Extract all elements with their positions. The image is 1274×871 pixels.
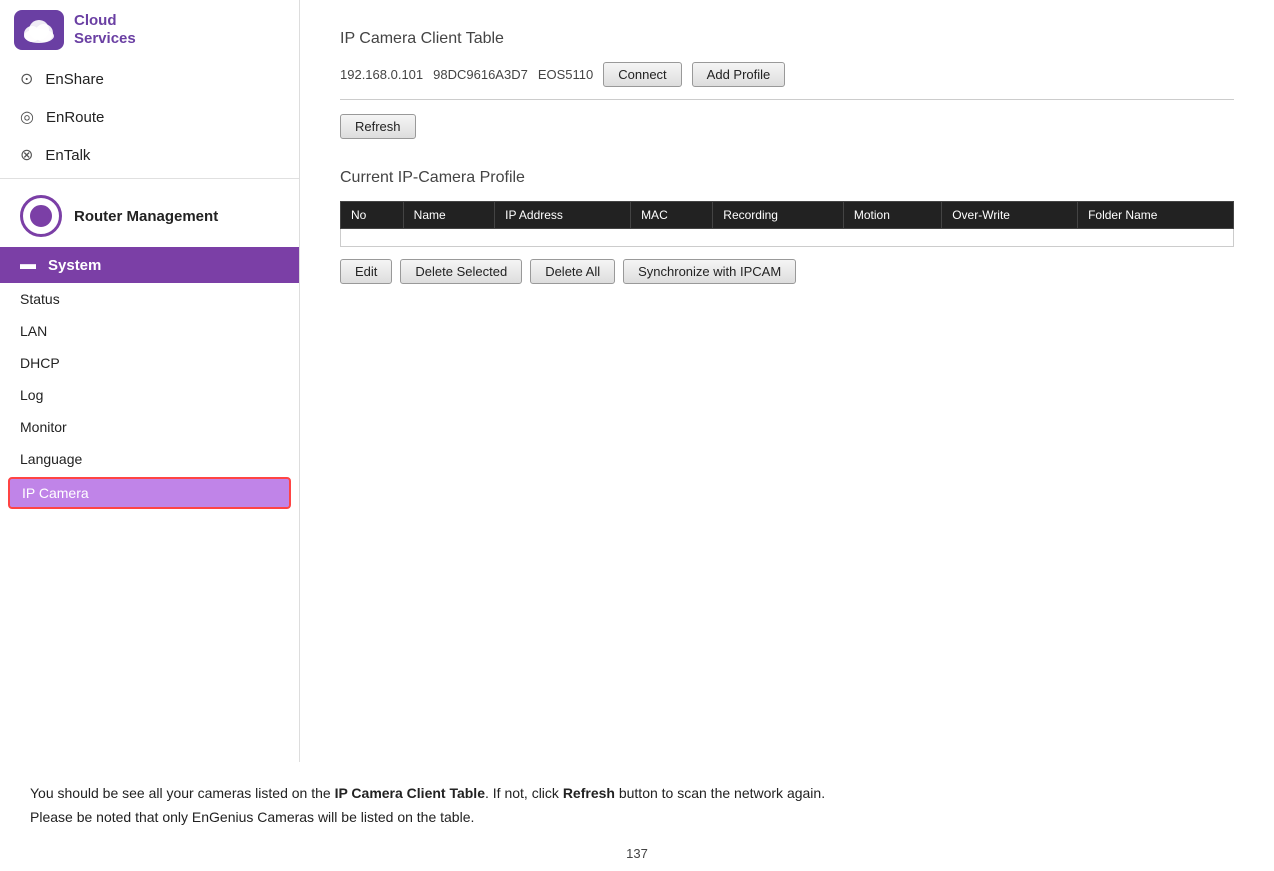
col-over-write: Over-Write [942, 202, 1078, 229]
col-recording: Recording [713, 202, 844, 229]
profile-section: Current IP-Camera Profile No Name IP Add… [340, 169, 1234, 284]
refresh-button[interactable]: Refresh [340, 114, 416, 139]
status-label: Status [20, 291, 60, 307]
edit-button[interactable]: Edit [340, 259, 392, 284]
connect-button[interactable]: Connect [603, 62, 681, 87]
sidebar-sub-item-dhcp[interactable]: DHCP [0, 347, 299, 379]
sidebar-sub-item-status[interactable]: Status [0, 283, 299, 315]
profile-table-body [341, 229, 1234, 247]
sidebar-item-enroute[interactable]: ◎ EnRoute [0, 98, 299, 136]
sidebar-header: Cloud Services [0, 0, 299, 60]
cloud-title-line1: Cloud [74, 12, 117, 29]
router-icon-inner [30, 205, 52, 227]
cloud-logo [14, 10, 64, 50]
router-management-label: Router Management [74, 208, 218, 225]
cloud-title-line2: Services [74, 30, 136, 47]
router-icon [20, 195, 62, 237]
profile-section-title: Current IP-Camera Profile [340, 169, 1234, 187]
delete-all-button[interactable]: Delete All [530, 259, 615, 284]
refresh-btn-row: Refresh [340, 114, 1234, 139]
page-number-text: 137 [626, 846, 648, 861]
cloud-logo-svg [21, 16, 57, 44]
monitor-label: Monitor [20, 419, 67, 435]
sidebar-sub-item-ipcamera[interactable]: IP Camera [8, 477, 291, 509]
bottom-line1-suffix: . If not, click [485, 785, 563, 801]
profile-table: No Name IP Address MAC Recording Motion … [340, 201, 1234, 247]
bottom-line2: Please be noted that only EnGenius Camer… [30, 806, 1244, 830]
router-management: Router Management [0, 178, 299, 247]
bottom-line1-bold2: Refresh [563, 785, 615, 801]
synchronize-button[interactable]: Synchronize with IPCAM [623, 259, 796, 284]
divider-1 [340, 99, 1234, 100]
lan-label: LAN [20, 323, 47, 339]
cloud-title-text: Cloud Services [74, 12, 136, 48]
col-ip-address: IP Address [495, 202, 631, 229]
cloud-title: Cloud Services [74, 12, 136, 48]
profile-actions: Edit Delete Selected Delete All Synchron… [340, 259, 1234, 284]
bottom-line1-suffix2: button to scan the network again. [615, 785, 825, 801]
sidebar-sub-item-language[interactable]: Language [0, 443, 299, 475]
page-wrapper: Cloud Services ⊙ EnShare ◎ EnRoute ⊗ EnT… [0, 0, 1274, 871]
enroute-icon: ◎ [20, 107, 34, 127]
profile-table-head: No Name IP Address MAC Recording Motion … [341, 202, 1234, 229]
client-model: EOS5110 [538, 67, 593, 82]
profile-table-empty-row [341, 229, 1234, 247]
col-motion: Motion [843, 202, 941, 229]
bottom-line1: You should be see all your cameras liste… [30, 782, 1244, 806]
sidebar: Cloud Services ⊙ EnShare ◎ EnRoute ⊗ EnT… [0, 0, 300, 762]
client-ip: 192.168.0.101 [340, 67, 423, 82]
main-layout: Cloud Services ⊙ EnShare ◎ EnRoute ⊗ EnT… [0, 0, 1274, 762]
content-area: IP Camera Client Table 192.168.0.101 98D… [300, 0, 1274, 762]
sidebar-sub-item-log[interactable]: Log [0, 379, 299, 411]
sidebar-sub-item-monitor[interactable]: Monitor [0, 411, 299, 443]
bottom-line1-bold: IP Camera Client Table [335, 785, 485, 801]
entalk-icon: ⊗ [20, 145, 33, 165]
entalk-label: EnTalk [45, 147, 90, 164]
client-table-row: 192.168.0.101 98DC9616A3D7 EOS5110 Conne… [340, 62, 1234, 87]
sidebar-item-system[interactable]: ▬ System [0, 247, 299, 283]
dhcp-label: DHCP [20, 355, 60, 371]
language-label: Language [20, 451, 82, 467]
enroute-label: EnRoute [46, 109, 104, 126]
sidebar-item-entalk[interactable]: ⊗ EnTalk [0, 136, 299, 174]
add-profile-button[interactable]: Add Profile [692, 62, 786, 87]
sidebar-item-enshare[interactable]: ⊙ EnShare [0, 60, 299, 98]
col-name: Name [403, 202, 494, 229]
log-label: Log [20, 387, 43, 403]
bottom-line1-prefix: You should be see all your cameras liste… [30, 785, 335, 801]
profile-empty-cell [341, 229, 1234, 247]
page-number: 137 [0, 830, 1274, 871]
client-table-title: IP Camera Client Table [340, 30, 1234, 48]
col-mac: MAC [631, 202, 713, 229]
col-folder-name: Folder Name [1078, 202, 1234, 229]
system-label: System [48, 257, 101, 274]
col-no: No [341, 202, 404, 229]
enshare-icon: ⊙ [20, 69, 33, 89]
bottom-text: You should be see all your cameras liste… [0, 762, 1274, 830]
sidebar-sub-item-lan[interactable]: LAN [0, 315, 299, 347]
profile-table-header-row: No Name IP Address MAC Recording Motion … [341, 202, 1234, 229]
system-icon: ▬ [20, 256, 36, 274]
client-mac: 98DC9616A3D7 [433, 67, 528, 82]
enshare-label: EnShare [45, 71, 103, 88]
ipcamera-label: IP Camera [22, 485, 89, 501]
delete-selected-button[interactable]: Delete Selected [400, 259, 522, 284]
